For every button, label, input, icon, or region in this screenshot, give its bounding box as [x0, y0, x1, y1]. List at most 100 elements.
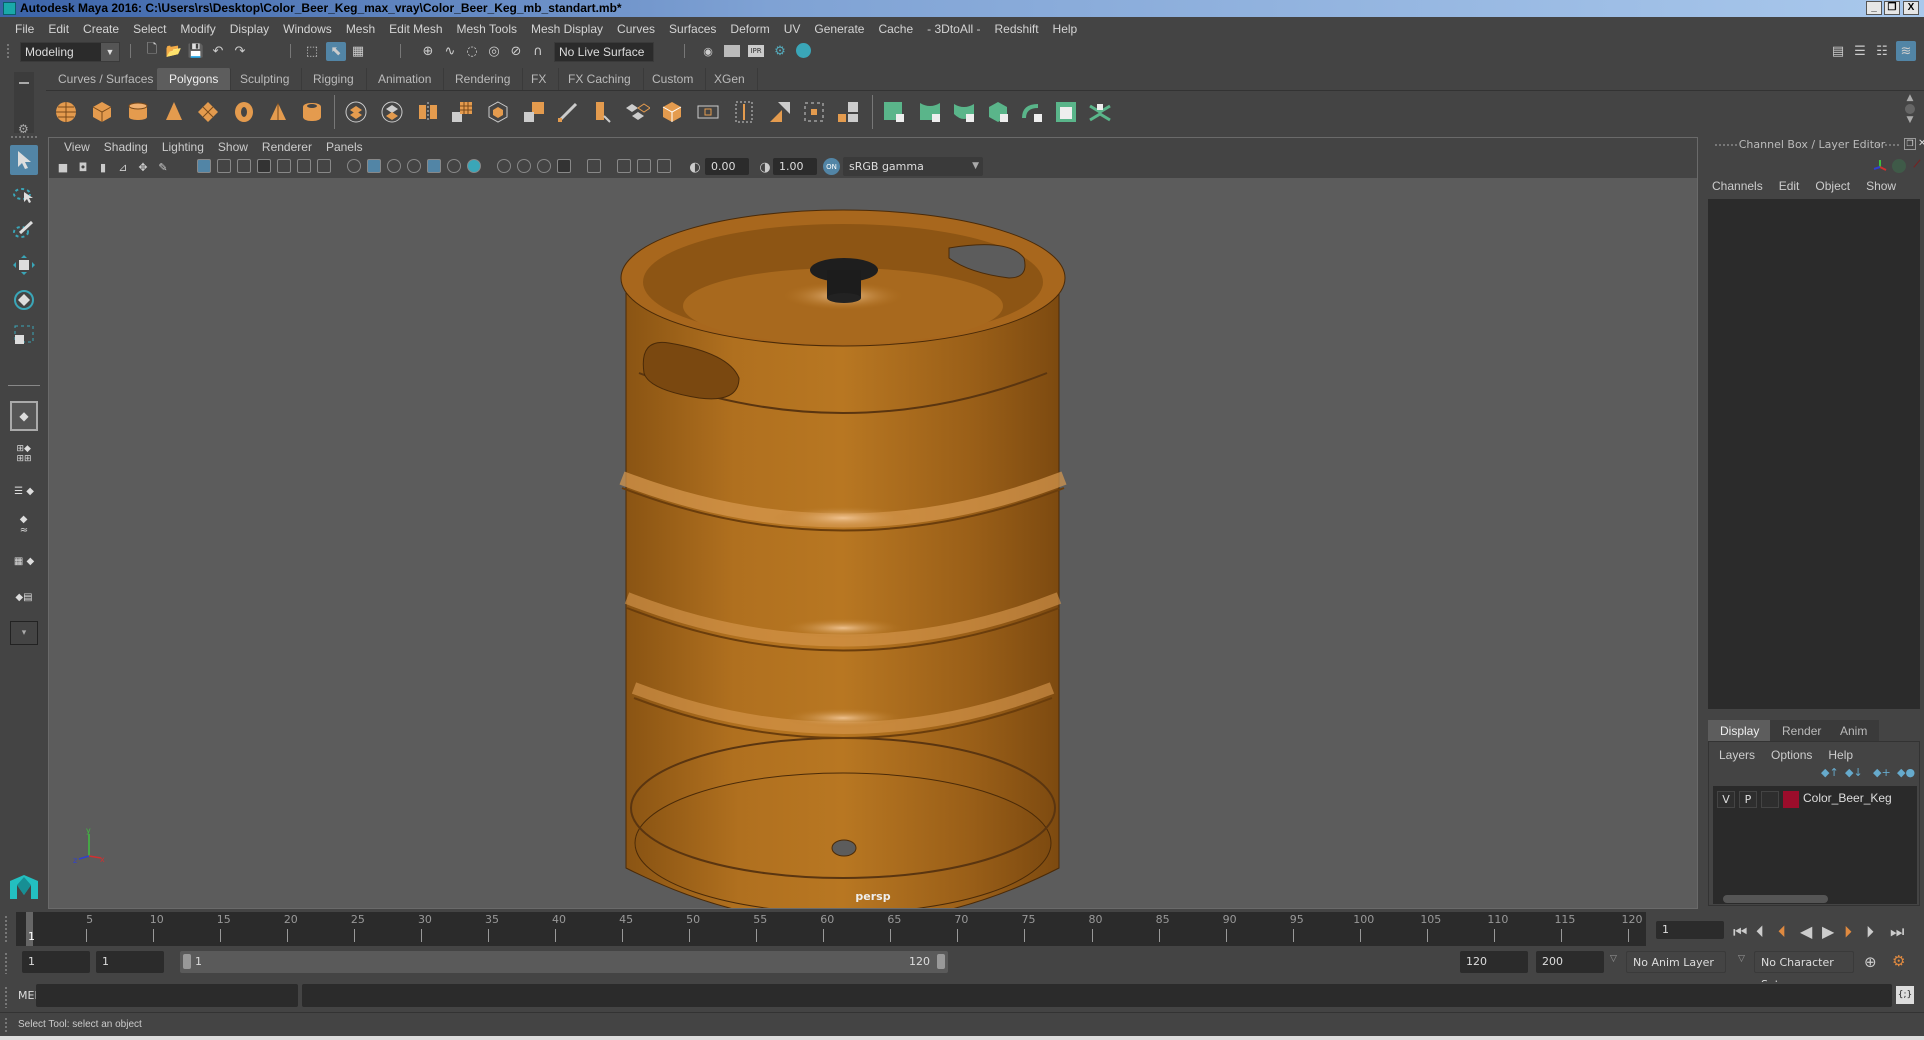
open-scene-icon[interactable]: 📂: [166, 43, 182, 59]
layer-visibility-toggle[interactable]: V: [1717, 791, 1735, 808]
time-slider[interactable]: 5 10 15 20 25 30 35 40 45 50 55 60 65 70 75 80 85 90 95 100…: [16, 912, 1646, 946]
menu-modify[interactable]: Modify: [173, 22, 222, 36]
safe-action-icon[interactable]: [297, 159, 311, 173]
shelf-tab-sculpting[interactable]: Sculpting: [228, 68, 303, 90]
menu-mesh-tools[interactable]: Mesh Tools: [450, 22, 524, 36]
color-management-toggle-icon[interactable]: ON: [823, 158, 840, 175]
scroll-down-icon[interactable]: ▼: [1904, 115, 1916, 125]
render-view-icon[interactable]: ◉: [700, 43, 716, 59]
play-forwards-icon[interactable]: ▶: [1822, 922, 1834, 941]
menu-3dtoall[interactable]: - 3DtoAll -: [920, 22, 987, 36]
layout-dropdown-icon[interactable]: ▾: [10, 621, 38, 645]
layer-menu-help[interactable]: Help: [1828, 748, 1853, 762]
multicut-icon[interactable]: [556, 100, 580, 124]
character-set-chevron-icon[interactable]: ▽: [1738, 954, 1745, 964]
menu-edit[interactable]: Edit: [41, 22, 76, 36]
ipr-render-icon[interactable]: IPR: [748, 45, 764, 57]
menu-edit-mesh[interactable]: Edit Mesh: [382, 22, 449, 36]
select-tool-icon[interactable]: [10, 145, 38, 175]
shelf-options-icon[interactable]: [1905, 104, 1915, 114]
select-object-icon[interactable]: ⬉: [326, 42, 346, 61]
snap-grid-icon[interactable]: ⊕: [420, 43, 436, 59]
film-gate-icon[interactable]: [217, 159, 231, 173]
shelf-tab-animation[interactable]: Animation: [366, 68, 445, 90]
3d-viewport-persp[interactable]: y x z persp: [49, 178, 1697, 908]
resolution-gate-icon[interactable]: [237, 159, 251, 173]
move-layer-up-icon[interactable]: ◆↑: [1821, 766, 1839, 779]
menu-set-dropdown[interactable]: Modeling ▼: [20, 42, 120, 62]
lasso-tool-icon[interactable]: [10, 180, 38, 210]
range-end-handle[interactable]: [937, 954, 945, 969]
layer-tab-render[interactable]: Render: [1770, 720, 1834, 742]
playback-start-field[interactable]: 1: [96, 951, 164, 973]
poly-pyramid-icon[interactable]: [266, 100, 290, 124]
spherical-uv-icon[interactable]: [952, 100, 976, 124]
step-forward-key-icon[interactable]: ⏵: [1844, 922, 1852, 942]
select-component-icon[interactable]: ▦: [350, 43, 366, 59]
gamma-field[interactable]: 1.00: [773, 158, 817, 175]
smooth-icon[interactable]: [450, 100, 474, 124]
menu-file[interactable]: File: [8, 22, 41, 36]
channel-box-toggle-icon[interactable]: ≋: [1896, 41, 1916, 61]
poly-cube-icon[interactable]: [90, 100, 114, 124]
layer-horizontal-scrollbar[interactable]: [1713, 894, 1917, 904]
color-space-dropdown[interactable]: sRGB gamma ▼: [843, 157, 983, 176]
gate-mask-icon[interactable]: [257, 159, 271, 173]
scale-tool-icon[interactable]: [10, 320, 38, 350]
field-chart-icon[interactable]: [277, 159, 291, 173]
shelf-tab-custom[interactable]: Custom: [640, 68, 707, 90]
current-frame-field[interactable]: 1: [1656, 921, 1724, 939]
drag-handle[interactable]: [6, 43, 10, 59]
poly-plane-icon[interactable]: [196, 100, 220, 124]
scroll-up-icon[interactable]: ▲: [1904, 93, 1916, 103]
grid-icon[interactable]: [197, 159, 211, 173]
xray-components-icon[interactable]: [657, 159, 671, 173]
shelf-tab-curves-surfaces[interactable]: Curves / Surfaces: [46, 68, 167, 90]
play-backwards-icon[interactable]: ◀: [1800, 922, 1812, 941]
shelf-tab-rendering[interactable]: Rendering: [443, 68, 524, 90]
shelf-tab-rigging[interactable]: Rigging: [301, 68, 367, 90]
layer-type-toggle[interactable]: [1761, 791, 1779, 808]
mirror-icon[interactable]: [416, 100, 440, 124]
menu-curves[interactable]: Curves: [610, 22, 662, 36]
shadows-icon[interactable]: [467, 159, 481, 173]
animation-preferences-icon[interactable]: ⚙: [1892, 952, 1905, 970]
undo-icon[interactable]: ↶: [210, 43, 226, 59]
append-polygon-icon[interactable]: [768, 100, 792, 124]
cut-uv-icon[interactable]: [1088, 100, 1112, 124]
planar-uv-icon[interactable]: [882, 100, 906, 124]
depth-of-field-icon[interactable]: [557, 159, 571, 173]
single-perspective-layout-icon[interactable]: ◆: [10, 401, 38, 431]
channel-box-menu-channels[interactable]: Channels: [1712, 179, 1763, 193]
poly-torus-icon[interactable]: [232, 100, 256, 124]
manipulator-icon[interactable]: [1892, 159, 1906, 173]
script-editor-icon[interactable]: {;}: [1896, 986, 1914, 1004]
four-view-layout-icon[interactable]: ⊞◆ ⊞⊞: [10, 440, 38, 468]
fill-hole-icon[interactable]: [802, 100, 826, 124]
persp-outliner-graph-layout-icon[interactable]: ◆▤: [10, 583, 38, 611]
layer-playback-toggle[interactable]: P: [1739, 791, 1757, 808]
new-layer-selected-icon[interactable]: ◆●: [1897, 766, 1915, 779]
default-lighting-icon[interactable]: [387, 159, 401, 173]
shelf-tab-fx-caching[interactable]: FX Caching: [556, 68, 644, 90]
safe-title-icon[interactable]: [317, 159, 331, 173]
select-hierarchy-icon[interactable]: ⬚: [304, 43, 320, 59]
uv-editor-icon[interactable]: [1054, 100, 1078, 124]
hypershade-icon[interactable]: [796, 43, 811, 58]
redo-icon[interactable]: ↷: [232, 43, 248, 59]
step-back-frame-icon[interactable]: ⏴: [1756, 922, 1764, 942]
layer-tab-display[interactable]: Display: [1708, 720, 1772, 742]
exposure-field[interactable]: 0.00: [705, 158, 749, 175]
poly-cylinder-icon[interactable]: [126, 100, 150, 124]
extrude-icon[interactable]: [590, 100, 614, 124]
bookmark-icon[interactable]: ▮: [95, 159, 111, 175]
move-tool-icon[interactable]: [10, 250, 38, 280]
bridge-icon[interactable]: [660, 100, 684, 124]
bevel-icon[interactable]: [626, 100, 650, 124]
anim-layer-chevron-icon[interactable]: ▽: [1610, 954, 1617, 964]
make-hole-icon[interactable]: [836, 100, 860, 124]
menu-cache[interactable]: Cache: [871, 22, 920, 36]
xray-icon[interactable]: [617, 159, 631, 173]
close-button[interactable]: X: [1903, 1, 1919, 15]
playback-end-field[interactable]: 120: [1460, 951, 1528, 973]
